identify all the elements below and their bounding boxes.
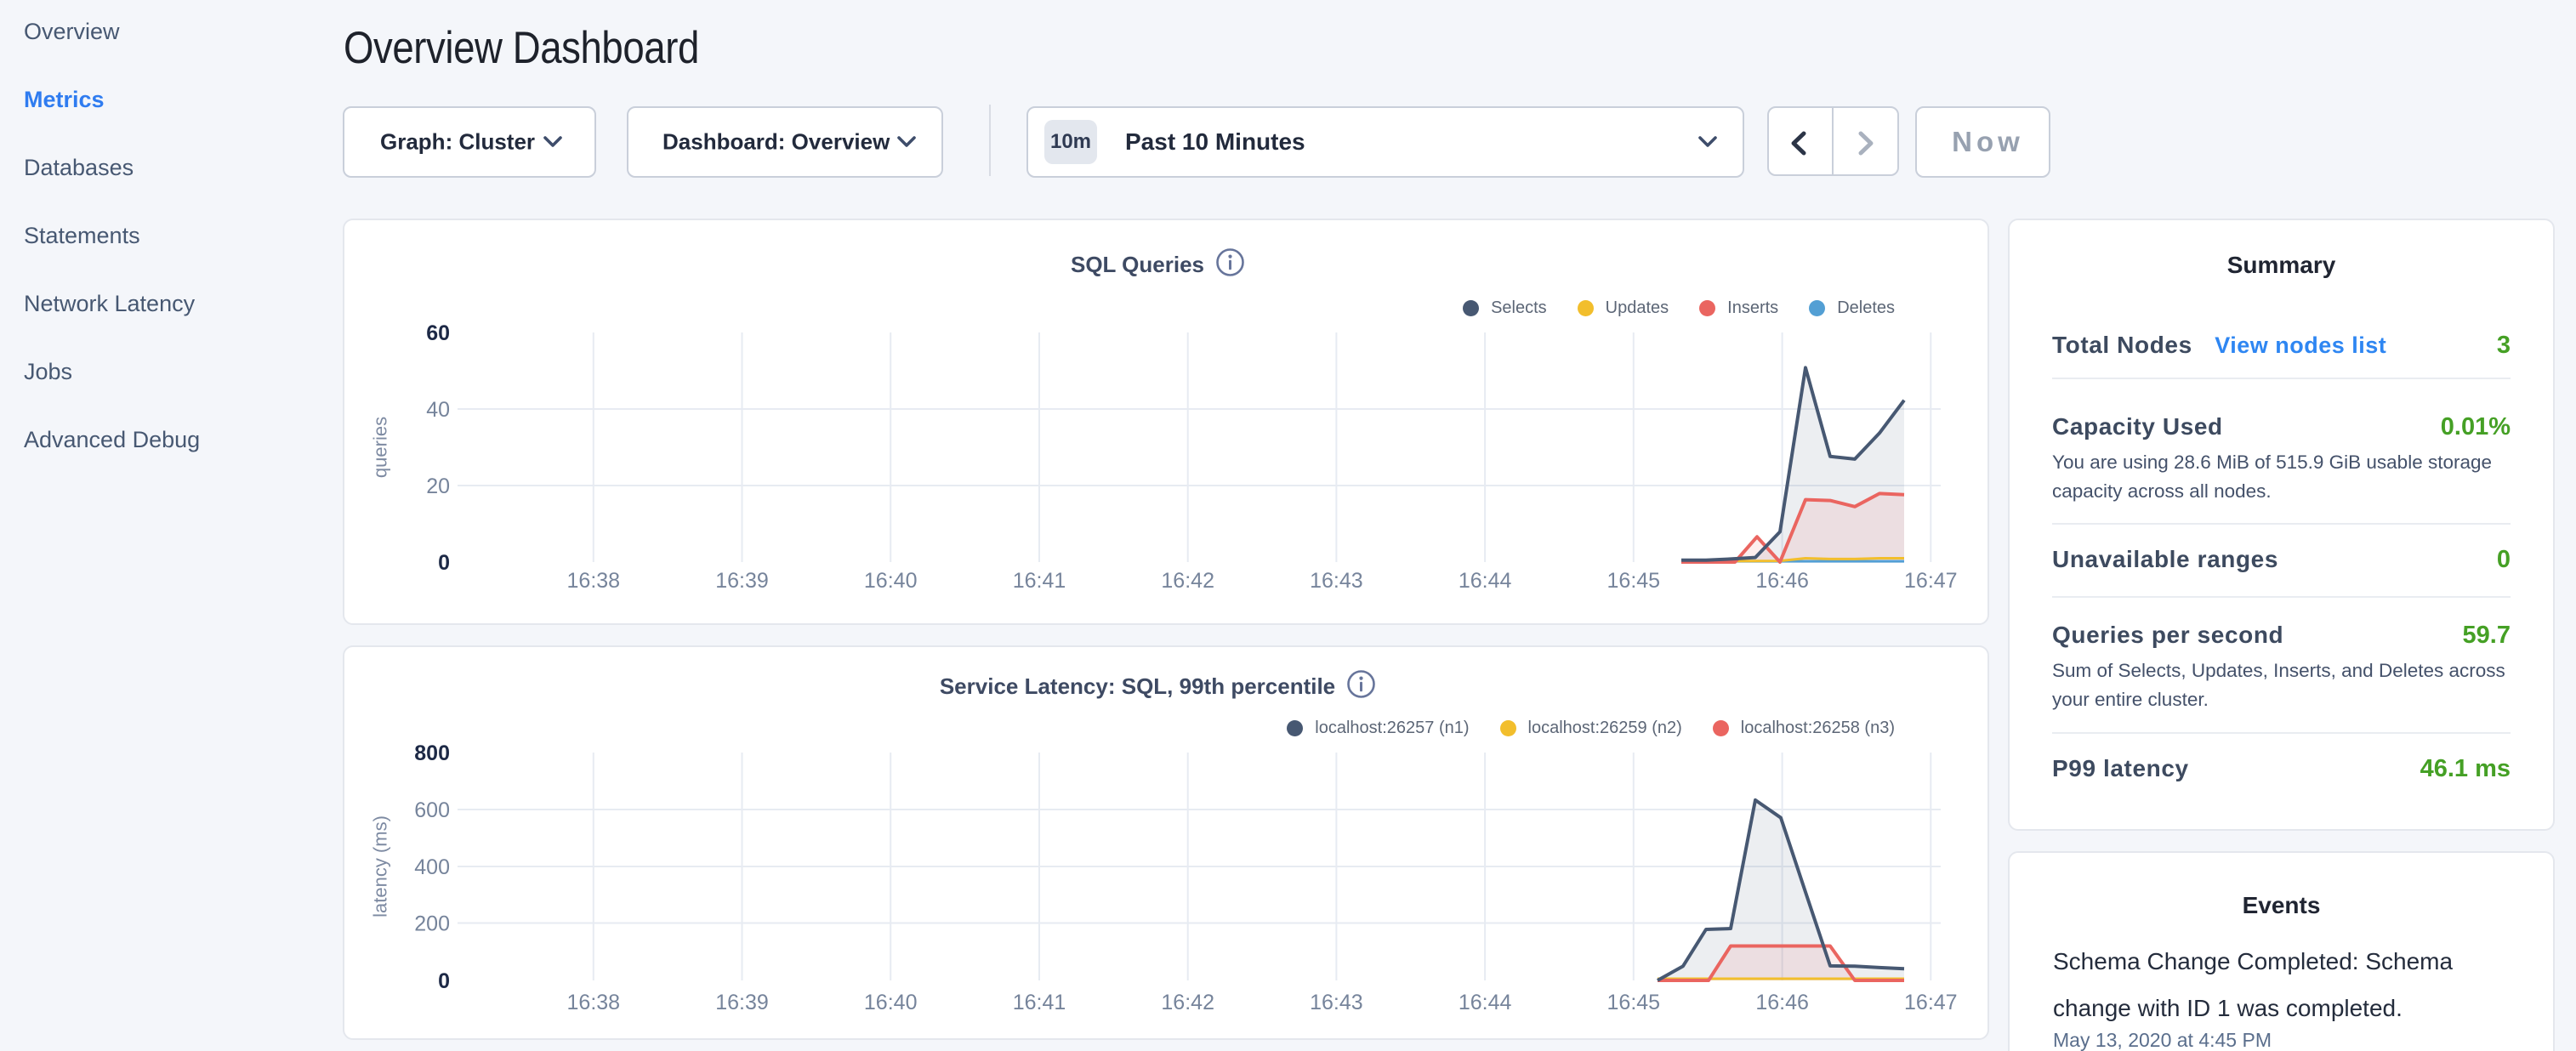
svg-text:16:43: 16:43 (1310, 991, 1363, 1014)
svg-text:16:45: 16:45 (1607, 569, 1661, 593)
svg-text:16:39: 16:39 (715, 991, 769, 1014)
svg-text:queries: queries (370, 417, 391, 478)
svg-text:20: 20 (426, 474, 450, 498)
svg-text:800: 800 (414, 741, 450, 765)
svg-text:16:46: 16:46 (1755, 569, 1809, 593)
svg-text:16:44: 16:44 (1459, 569, 1512, 593)
svg-text:16:38: 16:38 (567, 569, 621, 593)
svg-text:60: 60 (426, 321, 450, 345)
svg-text:16:42: 16:42 (1161, 991, 1214, 1014)
svg-text:40: 40 (426, 398, 450, 422)
svg-text:16:41: 16:41 (1013, 569, 1066, 593)
svg-text:16:44: 16:44 (1459, 991, 1512, 1014)
svg-text:16:47: 16:47 (1904, 569, 1958, 593)
svg-text:latency (ms): latency (ms) (370, 815, 391, 917)
svg-text:0: 0 (438, 969, 450, 993)
svg-text:16:47: 16:47 (1904, 991, 1958, 1014)
svg-text:0: 0 (438, 551, 450, 575)
svg-text:200: 200 (414, 912, 450, 936)
svg-text:16:39: 16:39 (715, 569, 769, 593)
svg-text:16:40: 16:40 (864, 569, 918, 593)
svg-text:16:40: 16:40 (864, 991, 918, 1014)
svg-text:400: 400 (414, 855, 450, 879)
svg-text:16:38: 16:38 (567, 991, 621, 1014)
svg-text:16:43: 16:43 (1310, 569, 1363, 593)
svg-text:16:45: 16:45 (1607, 991, 1661, 1014)
svg-text:600: 600 (414, 798, 450, 822)
svg-text:16:46: 16:46 (1755, 991, 1809, 1014)
svg-text:16:42: 16:42 (1161, 569, 1214, 593)
svg-text:16:41: 16:41 (1013, 991, 1066, 1014)
